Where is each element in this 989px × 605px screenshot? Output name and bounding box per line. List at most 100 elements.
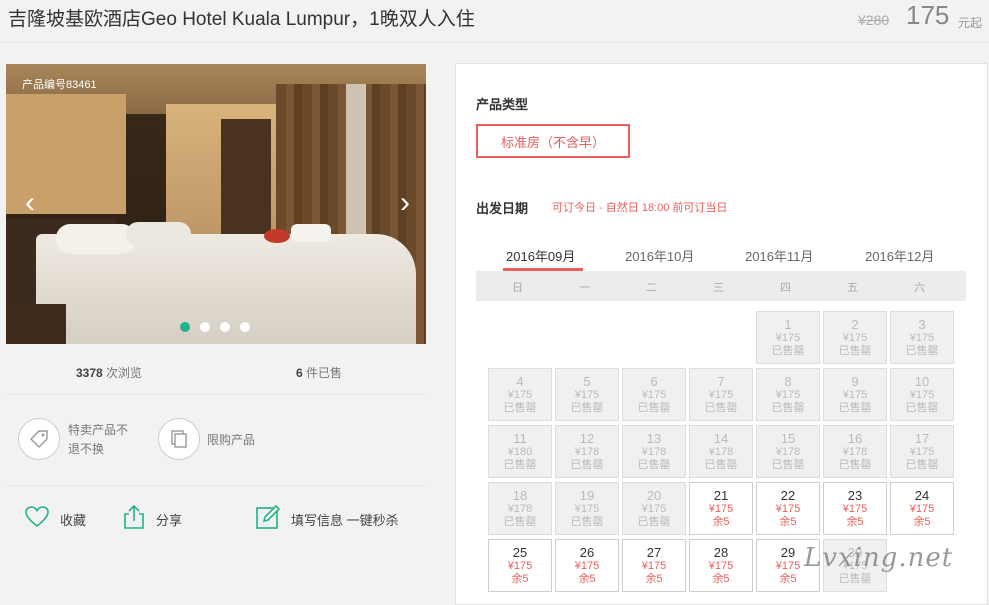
calendar-day-number: 25 [512,545,528,560]
carousel-dot[interactable] [220,322,230,332]
carousel-dot[interactable] [240,322,250,332]
calendar-day-status: 已售罄 [704,459,738,471]
calendar-day-number: 21 [713,488,729,503]
calendar-day-cell: 4 ¥175 已售罄 [488,368,552,421]
booking-panel: 产品类型 标准房（不含早） 出发日期 可订今日 - 自然日 18:00 前可订当… [455,63,988,605]
date-label: 出发日期 [476,201,529,216]
chevron-right-icon[interactable]: › [395,186,415,220]
product-type-label: 产品类型 [476,97,529,112]
calendar-day-number: 18 [512,488,528,503]
calendar-day-status: 已售罄 [838,573,872,585]
calendar-day-cell[interactable]: 25 ¥175 余5 [488,539,552,592]
calendar-day-price: ¥175 [775,503,801,515]
calendar-day-price: ¥175 [775,389,801,401]
share-button[interactable]: 分享 [156,510,182,529]
calendar-day-status: 余5 [913,516,931,528]
chevron-left-icon[interactable]: ‹ [20,186,40,220]
calendar-day-number: 28 [713,545,729,560]
calendar-day-cell: 3 ¥175 已售罄 [890,311,954,364]
calendar-day-price: ¥175 [842,503,868,515]
calendar-day-price: ¥175 [574,560,600,572]
sold-label: 件已售 [302,366,343,380]
calendar-day-status: 余5 [712,516,730,528]
views-label: 次浏览 [102,366,143,380]
calendar-day-status: 已售罄 [838,402,872,414]
calendar-day-number: 19 [579,488,595,503]
calendar-day-number: 22 [780,488,796,503]
calendar-day-cell: 12 ¥178 已售罄 [555,425,619,478]
calendar-day-status: 已售罄 [637,459,671,471]
watermark: Lvxing.net [804,543,954,573]
calendar-day-price: ¥175 [641,560,667,572]
calendar-day-number: 15 [780,431,796,446]
original-price: ¥280 [858,12,890,28]
calendar-day-price: ¥178 [641,446,667,458]
calendar-day-price: ¥175 [574,389,600,401]
calendar-day-status: 已售罄 [570,459,604,471]
favorite-button[interactable]: 收藏 [60,510,86,529]
calendar-day-cell: 15 ¥178 已售罄 [756,425,820,478]
calendar-day-status: 余5 [779,573,797,585]
calendar-day-cell[interactable]: 22 ¥175 余5 [756,482,820,535]
product-type-option[interactable]: 标准房（不含早） [476,124,630,158]
calendar-day-status: 余5 [645,573,663,585]
calendar-day-cell[interactable]: 28 ¥175 余5 [689,539,753,592]
date-note: 可订今日 - 自然日 18:00 前可订当日 [552,202,728,214]
calendar-day-status: 余5 [712,573,730,585]
calendar-day-cell[interactable]: 24 ¥175 余5 [890,482,954,535]
calendar-day-cell[interactable]: 26 ¥175 余5 [555,539,619,592]
calendar-day-cell: 18 ¥178 已售罄 [488,482,552,535]
calendar-day-number: 2 [851,317,859,332]
action-bar: 收藏 分享 填写信息 一键秒杀 [6,500,426,540]
calendar-day-cell: 1 ¥175 已售罄 [756,311,820,364]
photo-cabinet [221,119,271,239]
calendar-day-price: ¥175 [507,389,533,401]
tab-month[interactable]: 2016年09月 [506,246,575,265]
calendar-day-status: 已售罄 [771,402,805,414]
photo-pillow [126,222,191,246]
calendar-day-status: 已售罄 [704,402,738,414]
calendar-day-price: ¥175 [775,332,801,344]
tab-month[interactable]: 2016年10月 [625,246,694,265]
share-icon[interactable] [121,504,147,530]
calendar-day-price: ¥178 [842,446,868,458]
page-title: 吉隆坡基欧酒店Geo Hotel Kuala Lumpur，1晚双人入住 [8,9,475,30]
photo-pillow [56,224,136,254]
carousel-dot[interactable] [200,322,210,332]
calendar-day-number: 14 [713,431,729,446]
calendar-day-status: 已售罄 [771,345,805,357]
carousel-dot[interactable] [180,322,190,332]
calendar-day-number: 10 [914,374,930,389]
weekday-label: 一 [579,282,590,294]
calendar-day-cell[interactable]: 23 ¥175 余5 [823,482,887,535]
calendar-day-status: 已售罄 [838,459,872,471]
calendar-day-number: 27 [646,545,662,560]
weekday-header: 日 一 二 三 四 五 六 [476,271,966,301]
calendar-day-cell: 13 ¥178 已售罄 [622,425,686,478]
calendar-day-price: ¥175 [909,446,935,458]
weekday-label: 六 [914,282,925,294]
calendar-day-cell: 6 ¥175 已售罄 [622,368,686,421]
calendar-day-cell: 5 ¥175 已售罄 [555,368,619,421]
calendar-day-status: 余5 [578,573,596,585]
calendar-day-number: 9 [851,374,859,389]
calendar-day-status: 余5 [511,573,529,585]
calendar-day-status: 已售罄 [905,459,939,471]
calendar-day-cell[interactable]: 27 ¥175 余5 [622,539,686,592]
photo-gallery[interactable] [6,64,426,344]
calendar-day-cell[interactable]: 21 ¥175 余5 [689,482,753,535]
calendar-day-status: 已售罄 [771,459,805,471]
calendar-day-number: 13 [646,431,662,446]
photo-floor [6,304,66,344]
calendar-day-status: 已售罄 [503,516,537,528]
edit-icon[interactable] [255,504,281,530]
views-count: 3378 [76,366,103,380]
quick-buy-button[interactable]: 填写信息 一键秒杀 [291,510,399,529]
heart-icon[interactable] [24,504,50,530]
calendar-day-number: 7 [717,374,725,389]
tab-month[interactable]: 2016年12月 [865,246,934,265]
calendar-day-number: 23 [847,488,863,503]
tab-month[interactable]: 2016年11月 [745,246,813,265]
copy-icon [158,418,200,460]
product-notes: 特卖产品不退不换 限购产品 [6,395,426,486]
